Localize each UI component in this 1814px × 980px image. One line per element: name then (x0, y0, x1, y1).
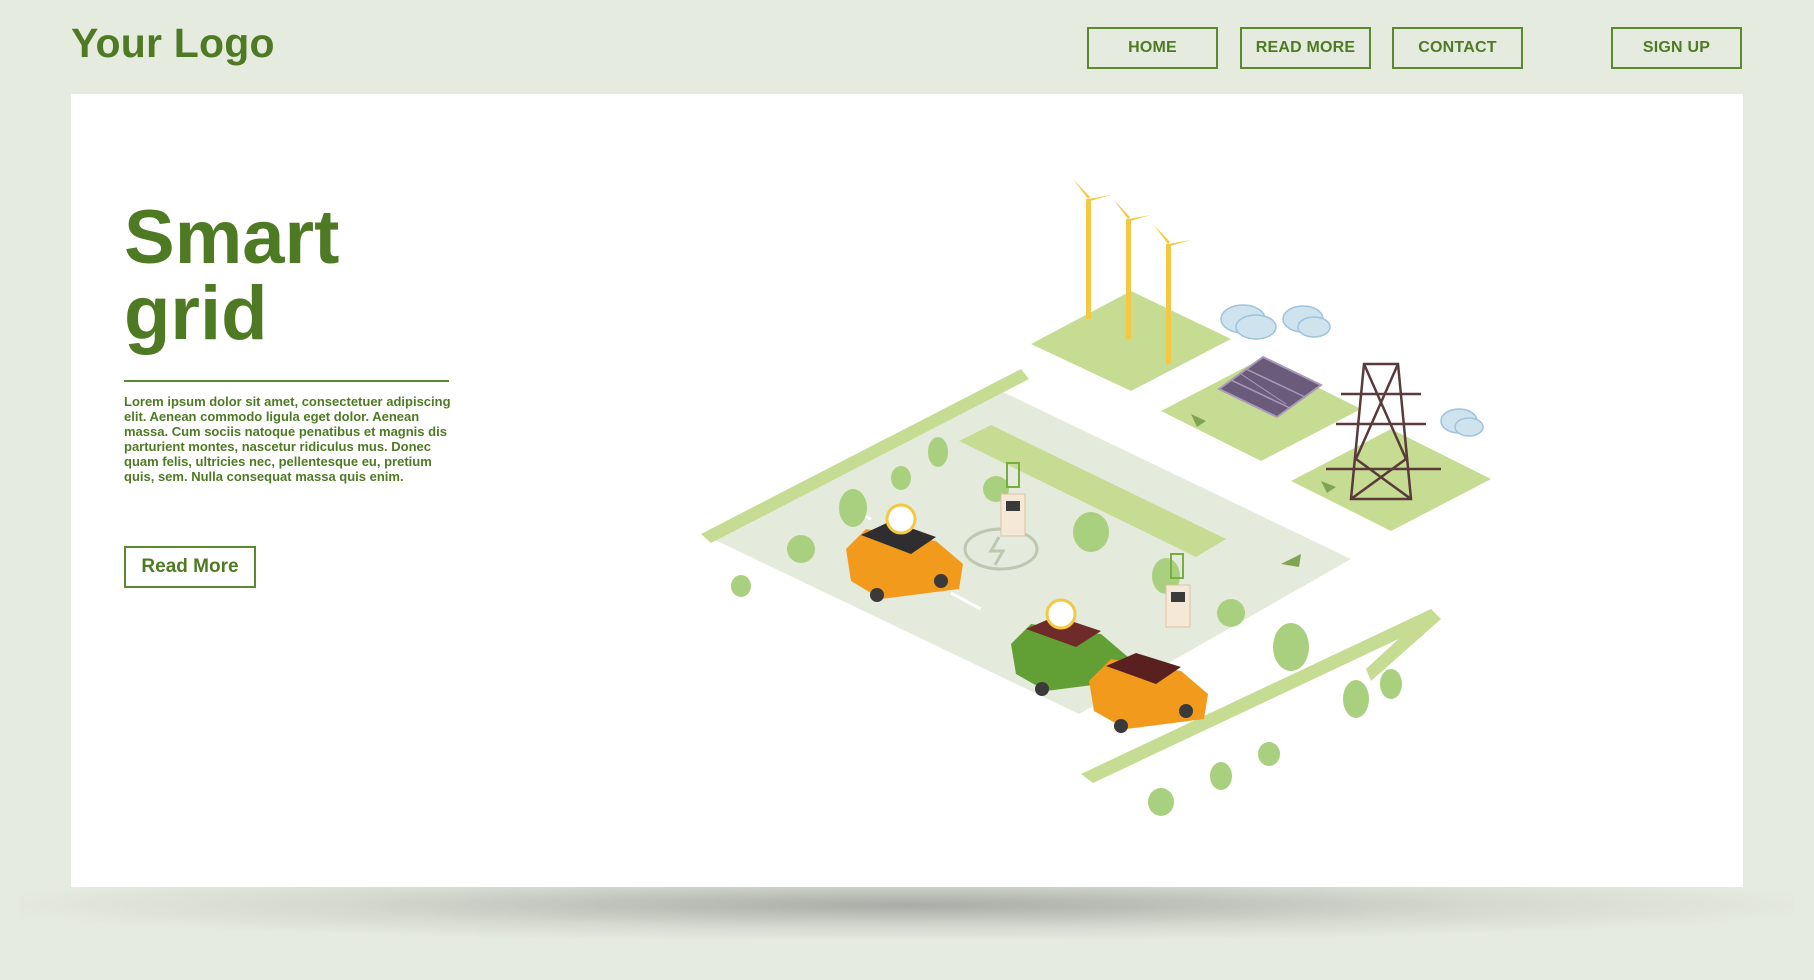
hero-divider (124, 380, 449, 382)
nav-contact-button[interactable]: CONTACT (1392, 27, 1523, 69)
read-more-button[interactable]: Read More (124, 546, 256, 588)
hero-card: Smart grid Lorem ipsum dolor sit amet, c… (71, 94, 1743, 887)
hero-description: Lorem ipsum dolor sit amet, consectetuer… (124, 394, 451, 484)
smart-grid-illustration (701, 179, 1701, 816)
nav-home-button[interactable]: HOME (1087, 27, 1218, 69)
logo[interactable]: Your Logo (71, 20, 275, 67)
landing-page: Your Logo HOME READ MORE CONTACT SIGN UP… (0, 0, 1814, 980)
nav-read-more-button[interactable]: READ MORE (1240, 27, 1371, 69)
hero-title: Smart grid (124, 195, 340, 356)
sign-up-button[interactable]: SIGN UP (1611, 27, 1742, 69)
